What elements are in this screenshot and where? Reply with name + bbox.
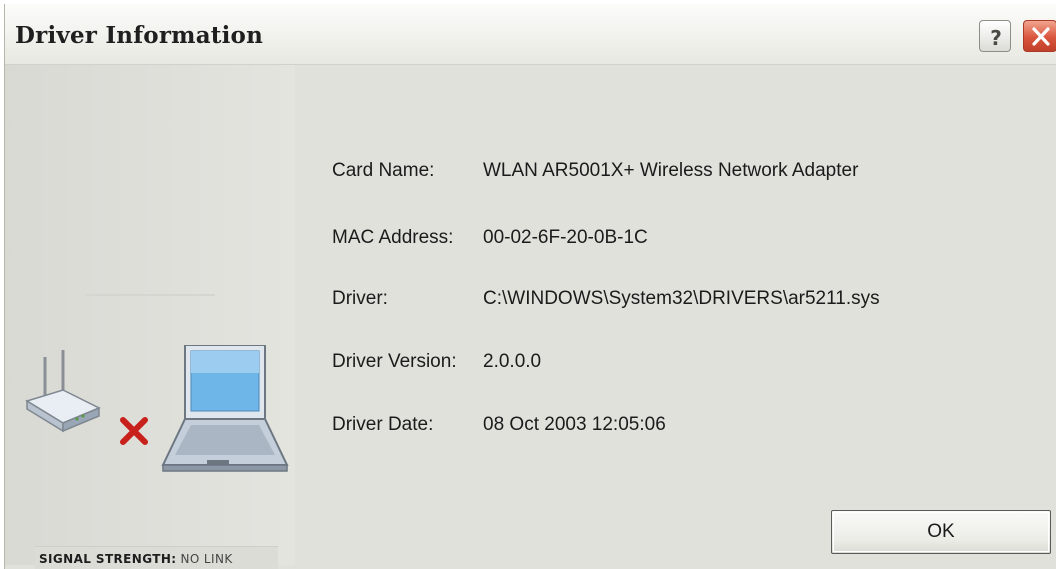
driver-date-label: Driver Date:: [332, 414, 434, 435]
question-mark-icon: ?: [990, 26, 1002, 50]
connection-illustration: [25, 345, 289, 472]
card-name-label: Card Name:: [332, 160, 435, 181]
driver-label: Driver:: [332, 288, 388, 309]
svg-text:?: ?: [990, 26, 1002, 50]
driver-information-dialog: Driver Information ? SIGNAL STRENGTH: NO…: [4, 4, 1056, 569]
mac-address-label: MAC Address:: [332, 227, 454, 248]
laptop-icon: [161, 345, 289, 472]
divider: [85, 294, 215, 296]
signal-strength-label: SIGNAL STRENGTH: NO LINK: [39, 552, 233, 566]
close-x-icon: [1032, 27, 1050, 46]
driver-date-value: 08 Oct 2003 12:05:06: [483, 414, 666, 435]
driver-version-value: 2.0.0.0: [483, 351, 542, 372]
help-button[interactable]: ?: [979, 20, 1011, 52]
mac-address-value: 00-02-6F-20-0B-1C: [483, 227, 648, 248]
ok-button[interactable]: OK: [831, 510, 1051, 554]
signal-strength-value: NO LINK: [180, 552, 233, 566]
red-x-icon: [120, 417, 148, 445]
signal-strength-bar: SIGNAL STRENGTH: NO LINK: [35, 546, 278, 569]
window-title: Driver Information: [15, 22, 264, 49]
close-button[interactable]: [1023, 20, 1056, 52]
driver-version-label: Driver Version:: [332, 351, 457, 372]
connection-status-panel: SIGNAL STRENGTH: NO LINK: [5, 65, 295, 569]
title-bar: Driver Information ?: [5, 4, 1056, 65]
signal-strength-key: SIGNAL STRENGTH:: [39, 552, 177, 566]
wireless-router-icon: [25, 350, 101, 433]
driver-path-value: C:\WINDOWS\System32\DRIVERS\ar5211.sys: [483, 288, 880, 309]
card-name-value: WLAN AR5001X+ Wireless Network Adapter: [483, 160, 859, 181]
